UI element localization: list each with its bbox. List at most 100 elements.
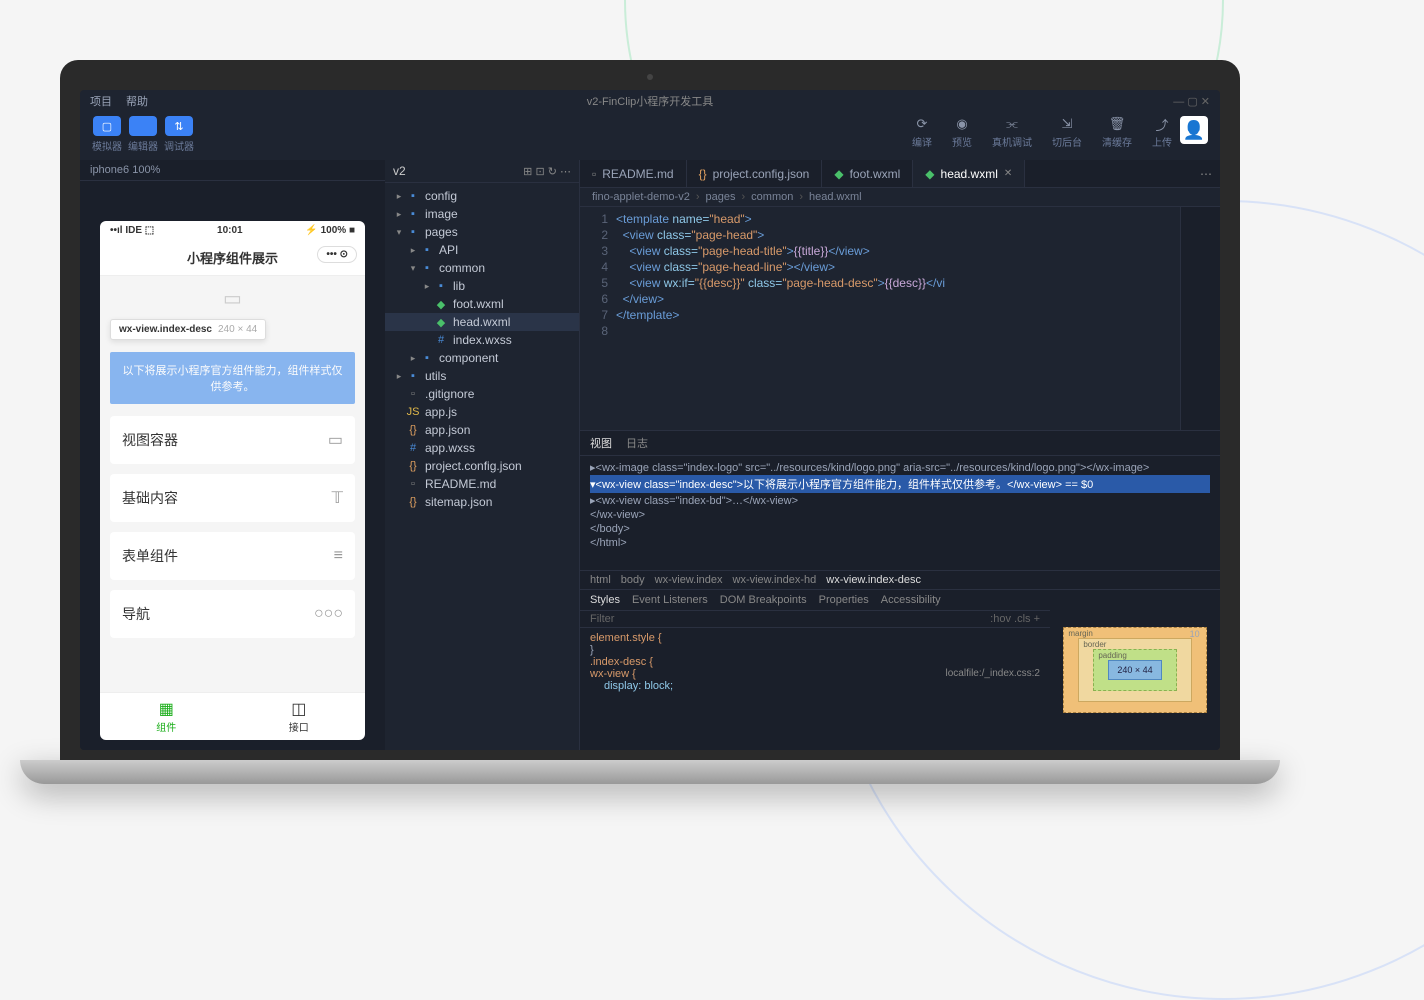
- dom-node[interactable]: ▸<wx-view class="index-bd">…</wx-view>: [590, 493, 1210, 508]
- file-tree-panel: v2 ⊞ ⊡ ↻ ⋯ ▸▪config ▸▪image ▾▪pages ▸▪AP…: [385, 160, 580, 750]
- folder-icon: ▪: [419, 352, 435, 364]
- dom-tree[interactable]: ▸<wx-image class="index-logo" src="../re…: [580, 456, 1220, 570]
- menu-project[interactable]: 项目: [90, 93, 112, 109]
- toolbar-真机调试[interactable]: ⫘: [1004, 116, 1020, 132]
- css-rules[interactable]: element.style {}.index-desc {</span></di…: [580, 628, 1050, 750]
- toolbar: ▢模拟器编辑器⇅调试器 ⟳编译◉预览⫘真机调试⇲切后台🗑清缓存⤴上传 👤: [80, 112, 1220, 160]
- code-editor[interactable]: 12345678 <template name="head"> <view cl…: [580, 207, 1220, 430]
- menubar: 项目 帮助 v2-FinClip小程序开发工具 — ▢ ✕: [80, 90, 1220, 112]
- minimap[interactable]: [1180, 207, 1220, 430]
- tree-node-.gitignore[interactable]: ▫.gitignore: [385, 385, 579, 403]
- styles-tab-DOM Breakpoints[interactable]: DOM Breakpoints: [720, 594, 807, 606]
- toolbar-预览[interactable]: ◉: [954, 116, 970, 132]
- list-icon: ≡: [334, 547, 343, 565]
- menu-help[interactable]: 帮助: [126, 93, 148, 109]
- tree-node-utils[interactable]: ▸▪utils: [385, 367, 579, 385]
- toolbar-编辑器[interactable]: [129, 116, 157, 136]
- laptop-frame: 项目 帮助 v2-FinClip小程序开发工具 — ▢ ✕ ▢模拟器编辑器⇅调试…: [60, 60, 1240, 780]
- status-left: ••ıl IDE ⬚: [110, 225, 154, 236]
- status-right: ⚡ 100% ■: [305, 225, 355, 236]
- json-icon: {}: [405, 424, 421, 436]
- list-icon: 𝕋: [332, 488, 343, 508]
- avatar[interactable]: 👤: [1180, 116, 1208, 144]
- close-icon[interactable]: ✕: [1004, 168, 1012, 179]
- json-icon: {}: [405, 460, 421, 472]
- wxml-icon: ◆: [433, 298, 449, 311]
- nav-title: 小程序组件展示: [187, 251, 278, 266]
- toolbar-清缓存[interactable]: 🗑: [1109, 116, 1125, 132]
- tree-node-index.wxss[interactable]: #index.wxss: [385, 331, 579, 349]
- tree-node-component[interactable]: ▸▪component: [385, 349, 579, 367]
- dom-node[interactable]: </html>: [590, 536, 1210, 550]
- tree-node-common[interactable]: ▾▪common: [385, 259, 579, 277]
- tab-project.config.json[interactable]: {}project.config.json: [687, 160, 823, 187]
- list-item[interactable]: 导航○○○: [110, 590, 355, 638]
- tree-node-foot.wxml[interactable]: ◆foot.wxml: [385, 295, 579, 313]
- folder-icon: ▪: [419, 244, 435, 256]
- toolbar-调试器[interactable]: ⇅: [165, 116, 193, 136]
- tree-node-app.json[interactable]: {}app.json: [385, 421, 579, 439]
- styles-hov-cls[interactable]: :hov .cls +: [990, 613, 1040, 625]
- tree-node-README.md[interactable]: ▫README.md: [385, 475, 579, 493]
- md-icon: ▫: [405, 478, 421, 490]
- styles-tab-Accessibility[interactable]: Accessibility: [881, 594, 941, 606]
- md-icon: ▫: [405, 388, 421, 400]
- dom-breadcrumb[interactable]: htmlbodywx-view.indexwx-view.index-hdwx-…: [580, 570, 1220, 590]
- styles-tab-Event Listeners[interactable]: Event Listeners: [632, 594, 708, 606]
- dom-node[interactable]: </body>: [590, 522, 1210, 536]
- tab-foot.wxml[interactable]: ◆foot.wxml: [822, 160, 913, 187]
- json-icon: {}: [405, 496, 421, 508]
- tree-node-pages[interactable]: ▾▪pages: [385, 223, 579, 241]
- folder-icon: ▪: [405, 370, 421, 382]
- tabs-overflow[interactable]: ⋯: [1192, 167, 1220, 181]
- phone-tab-组件[interactable]: ▦组件: [100, 693, 233, 740]
- styles-filter[interactable]: Filter: [590, 613, 614, 625]
- wxml-icon: ◆: [433, 316, 449, 329]
- phone-tab-接口[interactable]: ◫接口: [233, 693, 366, 740]
- toolbar-模拟器[interactable]: ▢: [93, 116, 121, 136]
- tab-head.wxml[interactable]: ◆head.wxml✕: [913, 160, 1025, 187]
- list-icon: ▭: [328, 430, 343, 450]
- tree-node-project.config.json[interactable]: {}project.config.json: [385, 457, 579, 475]
- tree-root[interactable]: v2: [393, 164, 406, 178]
- toolbar-编译[interactable]: ⟳: [914, 116, 930, 132]
- list-item[interactable]: 基础内容𝕋: [110, 474, 355, 522]
- tree-node-image[interactable]: ▸▪image: [385, 205, 579, 223]
- dom-node[interactable]: ▸<wx-image class="index-logo" src="../re…: [590, 460, 1210, 475]
- tab-README.md[interactable]: ▫README.md: [580, 160, 687, 187]
- tree-node-app.wxss[interactable]: #app.wxss: [385, 439, 579, 457]
- breadcrumb[interactable]: fino-applet-demo-v2›pages›common›head.wx…: [580, 188, 1220, 207]
- toolbar-切后台[interactable]: ⇲: [1059, 116, 1075, 132]
- js-icon: JS: [405, 406, 421, 418]
- dom-node[interactable]: </wx-view>: [590, 508, 1210, 522]
- toolbar-上传[interactable]: ⤴: [1154, 116, 1170, 132]
- tree-node-config[interactable]: ▸▪config: [385, 187, 579, 205]
- list-item[interactable]: 视图容器▭: [110, 416, 355, 464]
- styles-tab-Properties[interactable]: Properties: [819, 594, 869, 606]
- tree-node-sitemap.json[interactable]: {}sitemap.json: [385, 493, 579, 511]
- folder-icon: ▪: [419, 262, 435, 274]
- window-controls[interactable]: — ▢ ✕: [1173, 95, 1210, 108]
- capsule-button[interactable]: ••• ⊙: [317, 246, 357, 263]
- list-item[interactable]: 表单组件≡: [110, 532, 355, 580]
- folder-icon: ▪: [433, 280, 449, 292]
- selected-element-highlight[interactable]: 以下将展示小程序官方组件能力，组件样式仅供参考。: [110, 352, 355, 404]
- wxml-icon: ◆: [834, 167, 843, 181]
- wxss-icon: #: [433, 334, 449, 346]
- devtools-tab-log[interactable]: 日志: [626, 435, 648, 451]
- tree-node-head.wxml[interactable]: ◆head.wxml: [385, 313, 579, 331]
- list-icon: ○○○: [314, 605, 343, 623]
- folder-icon: ▪: [405, 190, 421, 202]
- tree-node-API[interactable]: ▸▪API: [385, 241, 579, 259]
- window-title: v2-FinClip小程序开发工具: [587, 93, 714, 109]
- tree-actions[interactable]: ⊞ ⊡ ↻ ⋯: [523, 165, 571, 178]
- wxml-icon: ◆: [925, 167, 934, 181]
- tree-node-app.js[interactable]: JSapp.js: [385, 403, 579, 421]
- devtools-tab-view[interactable]: 视图: [590, 435, 612, 451]
- status-time: 10:01: [217, 225, 243, 236]
- styles-tab-Styles[interactable]: Styles: [590, 594, 620, 606]
- md-icon: ▫: [592, 167, 596, 181]
- dom-node[interactable]: ▾<wx-view class="index-desc">以下将展示小程序官方组…: [590, 475, 1210, 493]
- simulator-device[interactable]: iphone6 100%: [80, 160, 385, 181]
- tree-node-lib[interactable]: ▸▪lib: [385, 277, 579, 295]
